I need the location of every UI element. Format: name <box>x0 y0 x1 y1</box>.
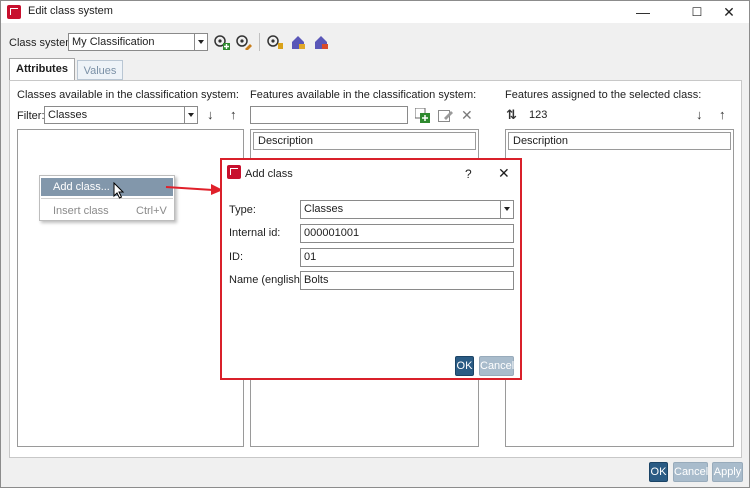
mouse-cursor-icon <box>113 182 125 199</box>
context-menu-item-add-class[interactable]: Add class... <box>41 178 173 196</box>
middle-panel-title: Features available in the classification… <box>250 89 477 101</box>
add-class-dialog: Add class ? ✕ Type: Classes Internal id:… <box>220 158 522 380</box>
move-up-arrow-icon[interactable]: ↑ <box>230 108 237 122</box>
features-column-header[interactable]: Description <box>253 132 476 150</box>
dialog-close-button[interactable]: ✕ <box>498 165 510 182</box>
class-system-value: My Classification <box>72 36 155 48</box>
name-english-label: Name (english): <box>229 274 307 286</box>
apply-button[interactable]: Apply <box>712 462 743 482</box>
minimize-button[interactable]: — <box>623 1 663 23</box>
edit-feature-icon[interactable] <box>438 108 453 123</box>
import-house-icon[interactable] <box>313 34 329 50</box>
chevron-down-icon <box>500 201 513 218</box>
move-down-arrow-icon[interactable]: ↓ <box>696 108 703 122</box>
right-panel-title: Features assigned to the selected class: <box>505 89 702 101</box>
filter-combo[interactable]: Classes <box>44 106 198 124</box>
toolbar-separator <box>259 33 260 51</box>
title-bar: Edit class system — ☐ ✕ <box>1 1 749 23</box>
filter-value: Classes <box>48 109 88 121</box>
classification-settings-icon[interactable] <box>267 34 283 50</box>
dialog-title: Add class <box>245 168 293 180</box>
internal-id-field[interactable]: 000001001 <box>300 224 514 243</box>
edit-class-system-window: Edit class system — ☐ ✕ Class system: My… <box>0 0 750 488</box>
dialog-app-icon <box>227 165 241 179</box>
add-feature-icon[interactable] <box>415 108 430 123</box>
name-english-field[interactable]: Bolts <box>300 271 514 290</box>
type-value: Classes <box>304 203 344 215</box>
help-button[interactable]: ? <box>465 167 472 181</box>
tab-attributes[interactable]: Attributes <box>9 58 75 80</box>
id-field[interactable]: 01 <box>300 248 514 267</box>
internal-id-label: Internal id: <box>229 227 281 239</box>
left-panel-title: Classes available in the classification … <box>17 89 239 101</box>
delete-feature-icon[interactable]: ✕ <box>461 107 473 124</box>
features-search-input[interactable] <box>250 106 408 124</box>
sort-alphabetical-icon[interactable]: ⇅ <box>506 108 517 122</box>
dialog-cancel-button[interactable]: Cancel <box>479 356 514 376</box>
context-menu-item-label: Add class... <box>53 181 110 193</box>
edit-classification-icon[interactable] <box>236 34 252 50</box>
app-logo-icon <box>7 5 21 19</box>
window-title: Edit class system <box>28 5 113 17</box>
chevron-down-icon <box>194 34 207 50</box>
ok-button[interactable]: OK <box>649 462 668 482</box>
menu-divider <box>41 198 173 199</box>
context-menu-item-shortcut: Ctrl+V <box>136 205 167 217</box>
type-label: Type: <box>229 204 256 216</box>
context-menu-item-insert-class[interactable]: Insert class Ctrl+V <box>41 201 173 219</box>
class-system-combo[interactable]: My Classification <box>68 33 208 51</box>
export-house-icon[interactable] <box>290 34 306 50</box>
sort-numeric-icon[interactable]: 123 <box>529 109 547 121</box>
add-classification-icon[interactable] <box>214 34 230 50</box>
annotation-arrow <box>165 184 223 195</box>
chevron-down-icon <box>184 107 197 123</box>
move-down-arrow-icon[interactable]: ↓ <box>207 108 214 122</box>
close-button[interactable]: ✕ <box>709 1 749 23</box>
move-up-arrow-icon[interactable]: ↑ <box>719 108 726 122</box>
tab-values[interactable]: Values <box>77 60 123 80</box>
id-label: ID: <box>229 251 244 263</box>
assigned-column-header[interactable]: Description <box>508 132 731 150</box>
type-combo[interactable]: Classes <box>300 200 514 219</box>
assigned-features-list[interactable]: Description <box>505 129 734 447</box>
context-menu-item-label: Insert class <box>53 205 109 217</box>
dialog-ok-button[interactable]: OK <box>455 356 474 376</box>
filter-label: Filter: <box>17 110 45 122</box>
cancel-button[interactable]: Cancel <box>673 462 708 482</box>
context-menu: Add class... Insert class Ctrl+V <box>39 175 175 221</box>
